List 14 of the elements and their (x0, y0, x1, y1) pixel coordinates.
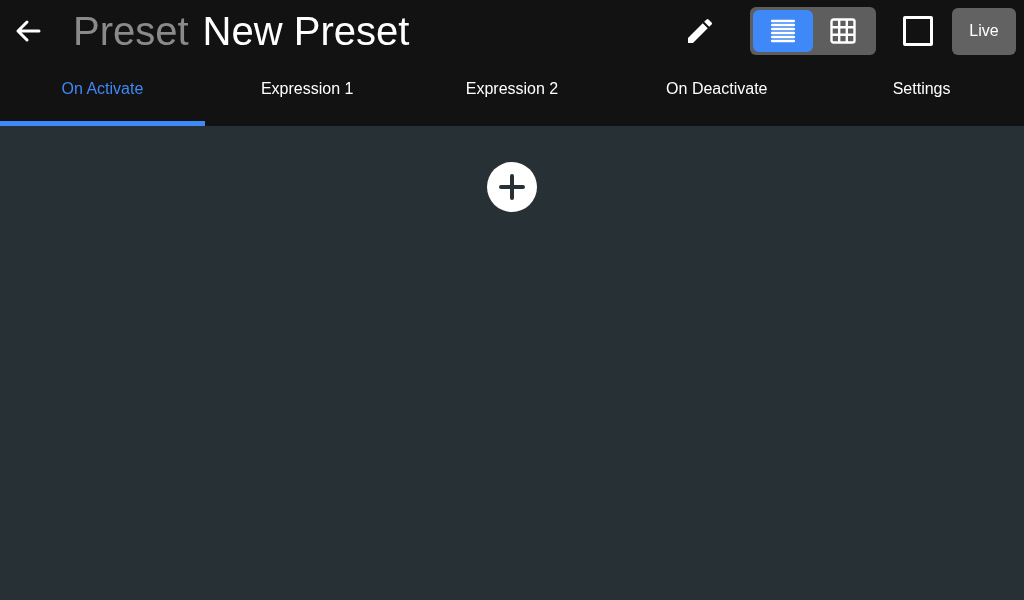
tab[interactable]: Expression 1 (204, 62, 410, 126)
tab[interactable]: Expression 2 (409, 62, 615, 126)
plus-icon (499, 174, 525, 200)
tab[interactable]: Settings (819, 62, 1024, 126)
list-icon (770, 19, 796, 43)
live-button[interactable]: Live (952, 7, 1016, 55)
grid-icon (830, 18, 856, 44)
back-arrow-icon (15, 19, 41, 43)
tab[interactable]: On Deactivate (614, 62, 820, 126)
add-button[interactable] (487, 162, 537, 212)
preset-label: Preset (73, 11, 189, 51)
tab[interactable]: On Activate (0, 62, 205, 126)
preset-title: New Preset (202, 11, 410, 51)
list-view-button[interactable] (753, 10, 813, 52)
